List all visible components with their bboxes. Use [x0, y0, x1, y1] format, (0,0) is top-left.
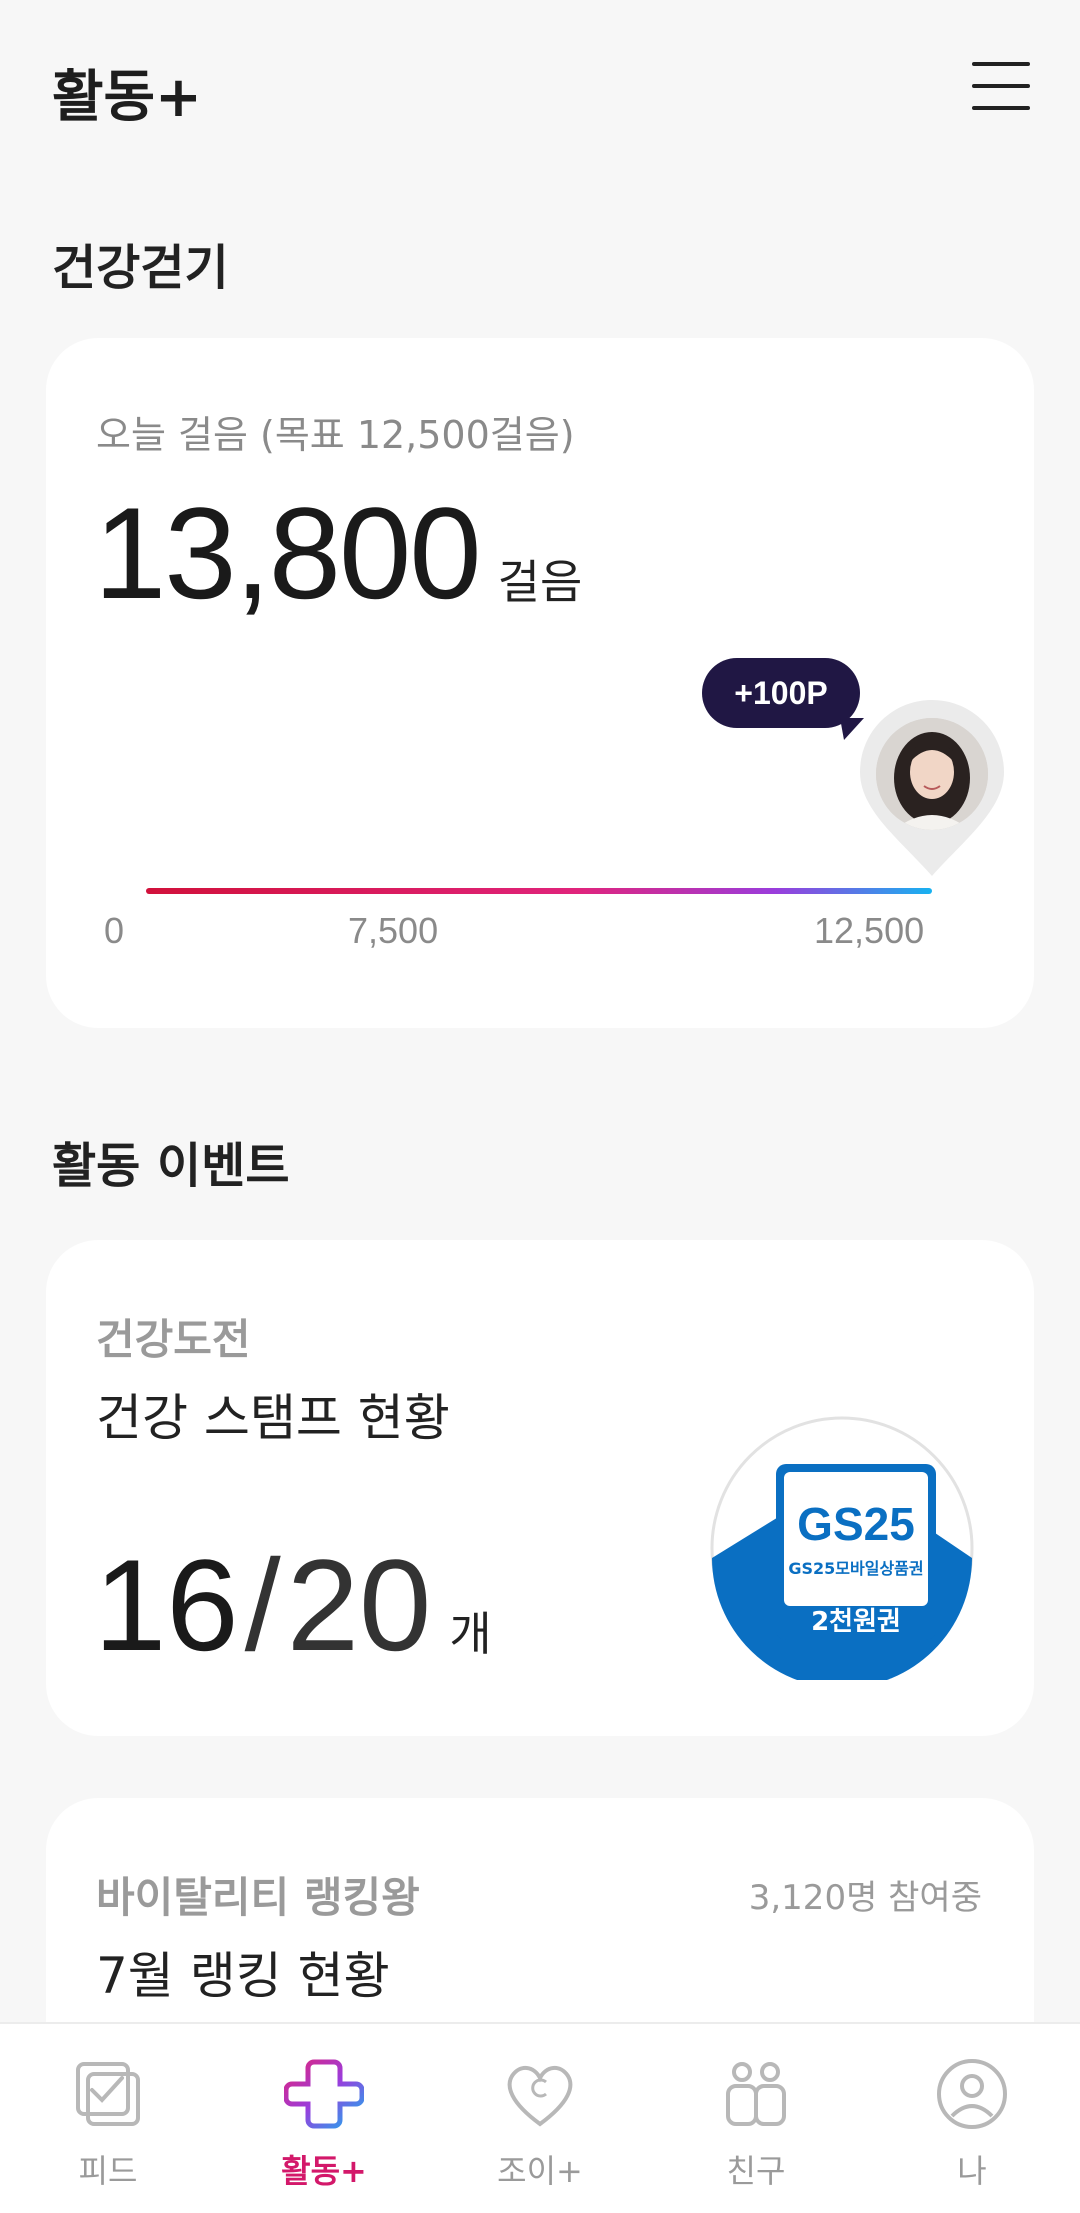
coupon-value: 2천원권 — [811, 1607, 901, 1637]
app-header: 활동+ — [0, 0, 1080, 180]
ranking-card-title: 7월 랭킹 현황 — [96, 1947, 390, 2005]
profile-icon — [937, 2059, 1007, 2129]
stamp-card-title: 건강 스탬프 현황 — [96, 1389, 450, 1447]
tab-activity[interactable]: 활동+ — [216, 2024, 432, 2213]
participants-count: 3,120명 참여중 — [748, 1878, 982, 1918]
walking-section-title: 건강걷기 — [52, 240, 229, 296]
stamp-done-count: 16 — [94, 1532, 239, 1678]
ranking-card-category: 바이탈리티 랭킹왕 — [96, 1873, 420, 1922]
today-steps-label: 오늘 걸음 (목표 12,500걸음) — [96, 413, 575, 457]
tab-label: 친구 — [726, 2152, 786, 2190]
stamp-slash: / — [244, 1532, 281, 1678]
steps-unit: 걸음 — [497, 555, 583, 609]
steps-row: 13,800 걸음 — [94, 478, 582, 628]
page-title: 활동+ — [52, 65, 202, 130]
steps-progress-bar — [146, 888, 932, 894]
bottom-tab-bar: 피드 활동+ 조이+ 친구 나 — [0, 2022, 1080, 2213]
events-section-title: 활동 이벤트 — [52, 1138, 290, 1194]
tab-joy[interactable]: 조이+ — [432, 2024, 648, 2213]
walking-card[interactable]: 오늘 걸음 (목표 12,500걸음) 13,800 걸음 +100P 0 7,… — [46, 338, 1034, 1028]
steps-count: 13,800 — [94, 480, 482, 626]
tab-label: 나 — [957, 2152, 987, 2190]
activity-plus-icon — [284, 2059, 364, 2129]
tab-label: 조이+ — [497, 2152, 583, 2190]
stamp-card[interactable]: 건강도전 건강 스탬프 현황 16 / 20 개 GS25 GS25모바일상품권… — [46, 1240, 1034, 1736]
hamburger-menu-icon[interactable] — [972, 62, 1030, 110]
tab-label: 활동+ — [281, 2152, 367, 2190]
avatar — [876, 718, 988, 830]
feed-check-icon — [76, 2062, 140, 2126]
tab-me[interactable]: 나 — [864, 2024, 1080, 2213]
stamp-unit: 개 — [449, 1607, 492, 1661]
scale-tick: 0 — [104, 910, 125, 951]
coupon-name: GS25모바일상품권 — [788, 1559, 923, 1578]
stamp-count-row: 16 / 20 개 — [94, 1530, 492, 1680]
friends-icon — [726, 2062, 786, 2126]
tab-feed[interactable]: 피드 — [0, 2024, 216, 2213]
stamp-card-category: 건강도전 — [96, 1315, 251, 1364]
gs25-coupon-icon: GS25 GS25모바일상품권 2천원권 — [710, 1416, 974, 1680]
tab-friends[interactable]: 친구 — [648, 2024, 864, 2213]
coupon-brand: GS25 — [797, 1498, 915, 1550]
reward-bubble: +100P — [702, 658, 860, 728]
scale-tick: 12,500 — [814, 910, 925, 951]
tab-label: 피드 — [78, 2152, 138, 2190]
stamp-total-count: 20 — [286, 1532, 432, 1678]
scale-tick: 7,500 — [348, 910, 439, 951]
heart-joy-icon — [507, 2066, 573, 2127]
